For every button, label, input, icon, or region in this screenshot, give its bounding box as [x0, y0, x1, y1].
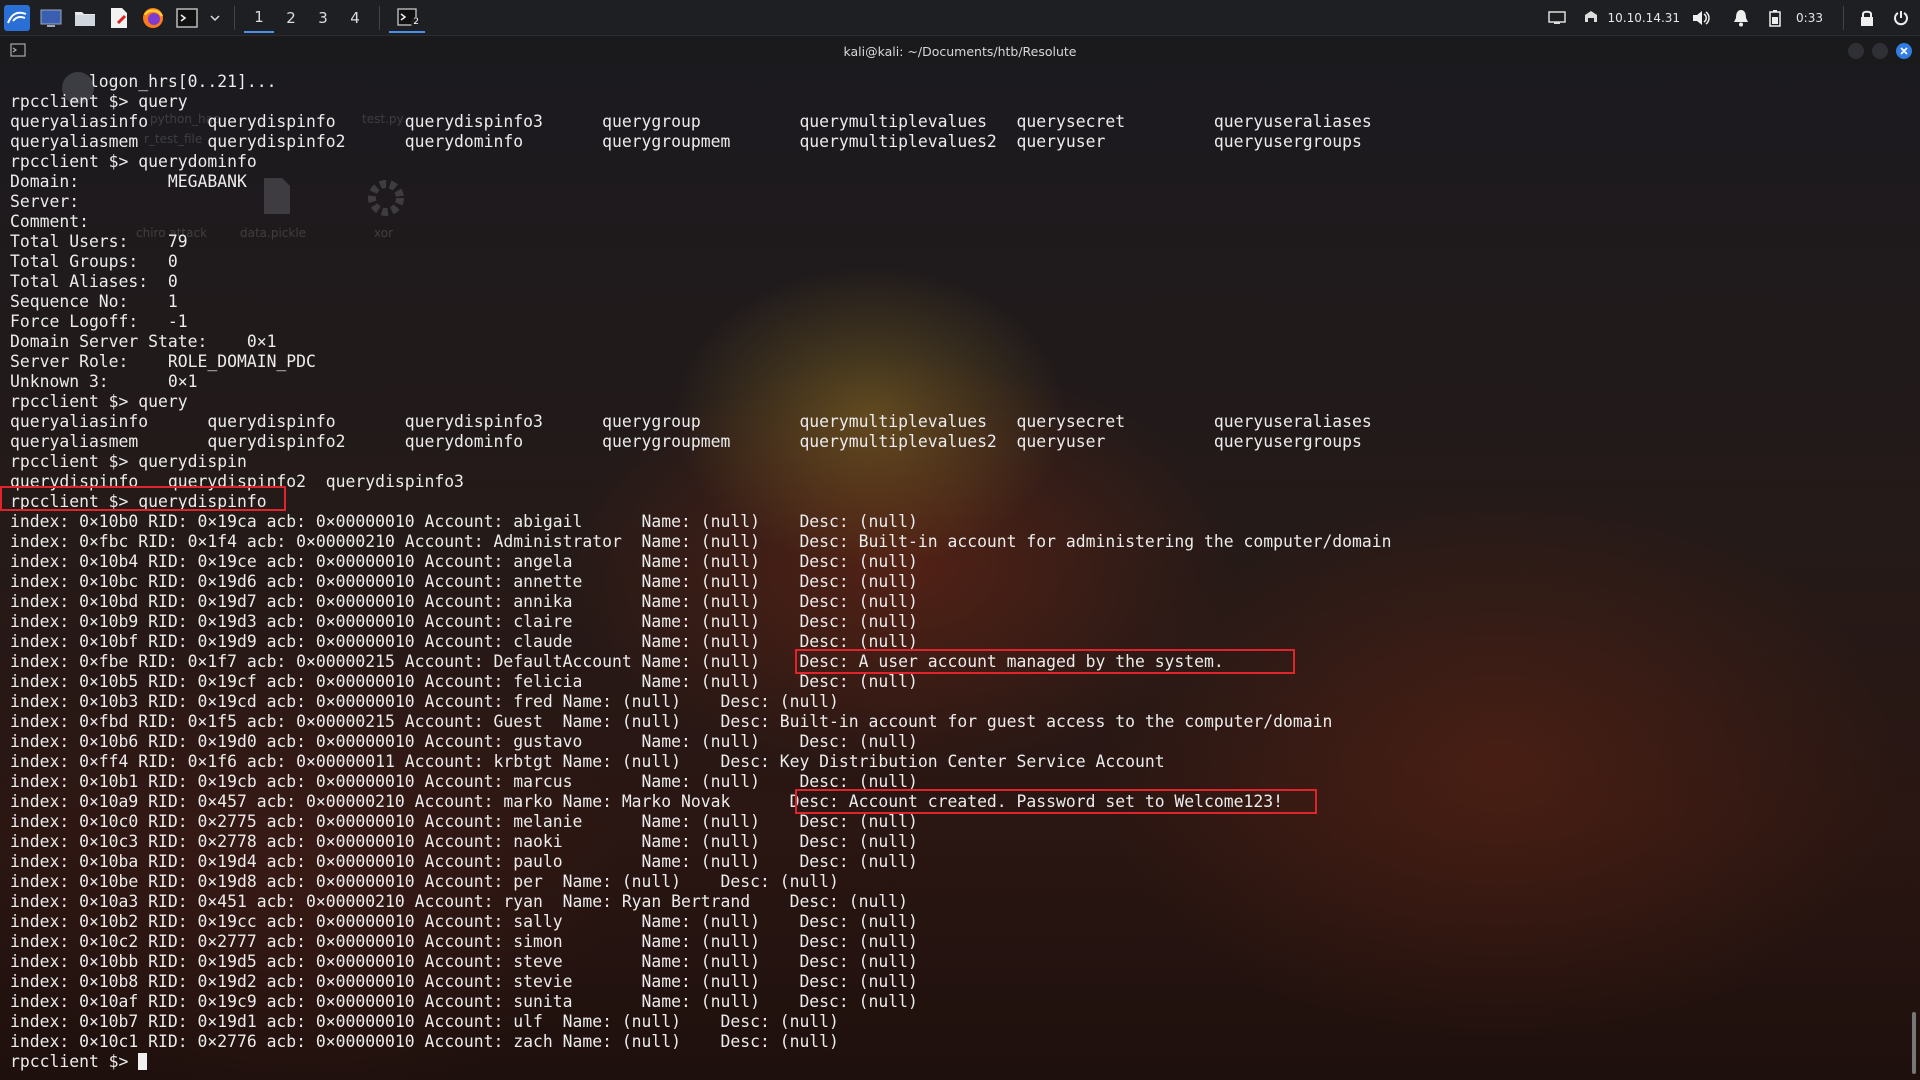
window-titlebar[interactable]: kali@kali: ~/Documents/htb/Resolute	[0, 36, 1920, 66]
volume-icon[interactable]	[1690, 7, 1712, 29]
highlight-marko-password-desc	[795, 789, 1317, 814]
terminal-line: logon_hrs[0..21]...	[10, 72, 277, 91]
highlight-querydispinfo-command	[0, 486, 286, 511]
highlight-defaultaccount-desc	[795, 649, 1295, 674]
top-panel: 1 2 3 4 2 10.10.14.31 0:33	[0, 0, 1920, 36]
terminal-line: index: 0×fbc RID: 0×1f4 acb: 0×00000210 …	[10, 532, 1392, 551]
minimize-button[interactable]	[1848, 43, 1864, 59]
lock-network-icon[interactable]	[1580, 7, 1602, 29]
terminal-line: index: 0×10a3 RID: 0×451 acb: 0×00000210…	[10, 892, 908, 911]
terminal-line: index: 0×10c1 RID: 0×2776 acb: 0×0000001…	[10, 1032, 839, 1051]
terminal-line: Comment:	[10, 212, 89, 231]
terminal-scrollbar[interactable]	[1912, 1012, 1916, 1074]
terminal-icon[interactable]	[174, 5, 200, 31]
terminal-line: index: 0×10af RID: 0×19c9 acb: 0×0000001…	[10, 992, 918, 1011]
terminal-line: index: 0×10b5 RID: 0×19cf acb: 0×0000001…	[10, 672, 918, 691]
lock-screen-icon[interactable]	[1856, 7, 1878, 29]
kali-menu-icon[interactable]	[4, 4, 30, 31]
notification-bell-icon[interactable]	[1730, 7, 1752, 29]
terminal-line: index: 0×ff4 RID: 0×1f6 acb: 0×00000011 …	[10, 752, 1165, 771]
terminal-line: Total Aliases: 0	[10, 272, 178, 291]
terminal-line: rpcclient $> querydominfo	[10, 152, 257, 171]
file-manager-icon[interactable]	[72, 5, 98, 31]
terminal-line: index: 0×fbd RID: 0×1f5 acb: 0×00000215 …	[10, 712, 1333, 731]
terminal-menu-icon[interactable]	[10, 43, 26, 57]
terminal-line: index: 0×10bb RID: 0×19d5 acb: 0×0000001…	[10, 952, 918, 971]
window-title: kali@kali: ~/Documents/htb/Resolute	[843, 43, 1077, 59]
terminal-line: index: 0×10b6 RID: 0×19d0 acb: 0×0000001…	[10, 732, 918, 751]
terminal-line: index: 0×10c0 RID: 0×2775 acb: 0×0000001…	[10, 812, 918, 831]
text-cursor	[138, 1053, 148, 1070]
terminal-line: Domain Server State: 0×1	[10, 332, 277, 351]
terminal-line: index: 0×10b7 RID: 0×19d1 acb: 0×0000001…	[10, 1012, 839, 1031]
terminal-prompt-line[interactable]: rpcclient $>	[10, 1052, 1392, 1072]
workspace-1[interactable]: 1	[244, 3, 274, 33]
clock[interactable]: 0:33	[1796, 11, 1823, 25]
terminal-line: index: 0×10ba RID: 0×19d4 acb: 0×0000001…	[10, 852, 918, 871]
terminal-line: index: 0×10bd RID: 0×19d7 acb: 0×0000001…	[10, 592, 918, 611]
terminal-line: queryaliasinfo querydispinfo querydispin…	[10, 412, 1372, 431]
maximize-button[interactable]	[1872, 43, 1888, 59]
terminal-line: index: 0×10c2 RID: 0×2777 acb: 0×0000001…	[10, 932, 918, 951]
terminal-line: queryaliasinfo querydispinfo querydispin…	[10, 112, 1372, 131]
terminal-line: index: 0×10bc RID: 0×19d6 acb: 0×0000001…	[10, 572, 918, 591]
workspace-4[interactable]: 4	[340, 3, 370, 33]
terminal-line: Total Groups: 0	[10, 252, 178, 271]
battery-icon[interactable]	[1764, 7, 1786, 29]
dropdown-chevron-icon[interactable]	[208, 5, 222, 31]
close-button[interactable]	[1896, 43, 1912, 59]
terminal-line: Domain: MEGABANK	[10, 172, 247, 191]
terminal-line: Server Role: ROLE_DOMAIN_PDC	[10, 352, 316, 371]
close-icon	[1900, 47, 1908, 55]
terminal-line: Sequence No: 1	[10, 292, 178, 311]
terminal-viewport[interactable]: python_hac test.py r_test_file chiro att…	[0, 66, 1920, 1080]
terminal-line: queryaliasmem querydispinfo2 querydominf…	[10, 132, 1362, 151]
workspace-3[interactable]: 3	[308, 3, 338, 33]
panel-separator	[234, 5, 235, 30]
terminal-line: index: 0×10be RID: 0×19d8 acb: 0×0000001…	[10, 872, 839, 891]
power-icon[interactable]	[1890, 7, 1912, 29]
terminal-line: Force Logoff: -1	[10, 312, 188, 331]
terminal-line: rpcclient $> query	[10, 392, 188, 411]
terminal-line: index: 0×10b2 RID: 0×19cc acb: 0×0000001…	[10, 912, 918, 931]
window-controls	[1840, 43, 1912, 59]
terminal-line: Server:	[10, 192, 80, 211]
terminal-line: index: 0×10b3 RID: 0×19cd acb: 0×0000001…	[10, 692, 839, 711]
desktop-icon[interactable]	[38, 5, 64, 31]
terminal-line: index: 0×10b4 RID: 0×19ce acb: 0×0000001…	[10, 552, 918, 571]
terminal-line: queryaliasmem querydispinfo2 querydominf…	[10, 432, 1362, 451]
terminal-line: Total Users: 79	[10, 232, 188, 251]
shell-prompt: rpcclient $>	[10, 1052, 139, 1071]
system-tray: 10.10.14.31 0:33	[1540, 0, 1920, 36]
terminal-line: index: 0×10c3 RID: 0×2778 acb: 0×0000001…	[10, 832, 918, 851]
network-icon[interactable]	[1546, 7, 1568, 29]
ip-address: 10.10.14.31	[1607, 11, 1681, 25]
task-terminal[interactable]: 2	[389, 3, 425, 33]
terminal-line: rpcclient $> query	[10, 92, 188, 111]
text-editor-icon[interactable]	[106, 5, 132, 31]
panel-separator	[1843, 6, 1844, 30]
terminal-line: index: 0×10b8 RID: 0×19d2 acb: 0×0000001…	[10, 972, 918, 991]
workspace-2[interactable]: 2	[276, 3, 306, 33]
panel-separator	[379, 5, 380, 30]
terminal-line: index: 0×10b9 RID: 0×19d3 acb: 0×0000001…	[10, 612, 918, 631]
task-count-badge: 2	[411, 16, 421, 28]
terminal-line: index: 0×10b0 RID: 0×19ca acb: 0×0000001…	[10, 512, 918, 531]
firefox-icon[interactable]	[140, 5, 166, 31]
terminal-output: logon_hrs[0..21]... rpcclient $> query que…	[10, 72, 1392, 1072]
terminal-line: rpcclient $> querydispin	[10, 452, 247, 471]
terminal-line: Unknown 3: 0×1	[10, 372, 198, 391]
